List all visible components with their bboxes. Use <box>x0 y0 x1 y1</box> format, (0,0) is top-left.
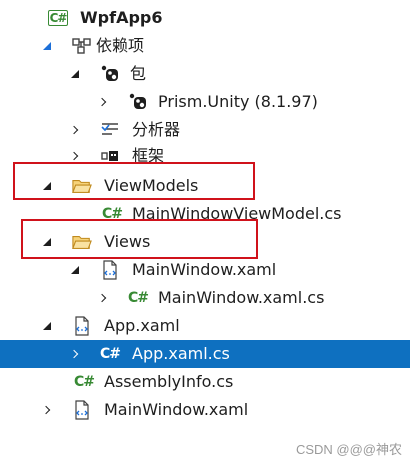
packages-label: 包 <box>130 64 147 83</box>
collapsed-arrow-icon[interactable] <box>40 396 54 424</box>
views-mainwindow-xaml-label: MainWindow.xaml <box>132 260 277 279</box>
tree-item-project[interactable]: C# WpfApp6 <box>0 4 410 32</box>
xaml-file-icon <box>72 400 92 420</box>
mainwindow-xaml-label: MainWindow.xaml <box>104 400 249 419</box>
app-xaml-label: App.xaml <box>104 316 180 335</box>
watermark: CSDN @@@神农 <box>295 442 402 457</box>
expanded-arrow-icon[interactable] <box>68 256 82 284</box>
tree-item-mainwindow-xaml[interactable]: MainWindow.xaml <box>0 396 410 424</box>
dependencies-icon <box>72 36 92 56</box>
nuget-icon <box>100 64 120 84</box>
tree-item-analyzers[interactable]: 分析器 <box>0 116 410 144</box>
views-highlight-box <box>21 219 258 259</box>
tree-item-views-mainwindow-xaml[interactable]: MainWindow.xaml <box>0 256 410 284</box>
xaml-file-icon <box>100 260 120 280</box>
tree-item-app-xaml[interactable]: App.xaml <box>0 312 410 340</box>
expanded-arrow-icon[interactable] <box>40 32 54 60</box>
assemblyinfo-label: AssemblyInfo.cs <box>104 372 234 391</box>
tree-item-packages[interactable]: 包 <box>0 60 410 88</box>
analyzers-label: 分析器 <box>132 120 181 139</box>
xaml-file-icon <box>72 316 92 336</box>
analyzer-icon <box>100 120 120 140</box>
collapsed-arrow-icon[interactable] <box>68 340 82 368</box>
project-label: WpfApp6 <box>80 8 163 27</box>
tree-item-views-mainwindow-xaml-cs[interactable]: C# MainWindow.xaml.cs <box>0 284 410 312</box>
tree-item-app-xaml-cs[interactable]: C# App.xaml.cs <box>0 340 410 368</box>
csharp-file-icon: C# <box>128 290 149 306</box>
tree-item-dependencies[interactable]: 依赖项 <box>0 32 410 60</box>
nuget-icon <box>128 92 148 112</box>
expanded-arrow-icon[interactable] <box>68 60 82 88</box>
viewmodels-highlight-box <box>13 162 255 200</box>
prism-unity-label: Prism.Unity (8.1.97) <box>158 92 318 111</box>
dependencies-label: 依赖项 <box>96 36 145 55</box>
tree-item-assemblyinfo[interactable]: C# AssemblyInfo.cs <box>0 368 410 396</box>
views-mainwindow-xaml-cs-label: MainWindow.xaml.cs <box>158 288 325 307</box>
tree-item-prism-unity[interactable]: Prism.Unity (8.1.97) <box>0 88 410 116</box>
collapsed-arrow-icon[interactable] <box>96 88 110 116</box>
collapsed-arrow-icon[interactable] <box>96 284 110 312</box>
app-xaml-cs-label: App.xaml.cs <box>132 344 230 363</box>
collapsed-arrow-icon[interactable] <box>68 116 82 144</box>
csharp-file-icon: C# <box>100 346 121 362</box>
csharp-project-icon: C# <box>47 10 69 26</box>
csharp-file-icon: C# <box>74 374 95 390</box>
expanded-arrow-icon[interactable] <box>40 312 54 340</box>
